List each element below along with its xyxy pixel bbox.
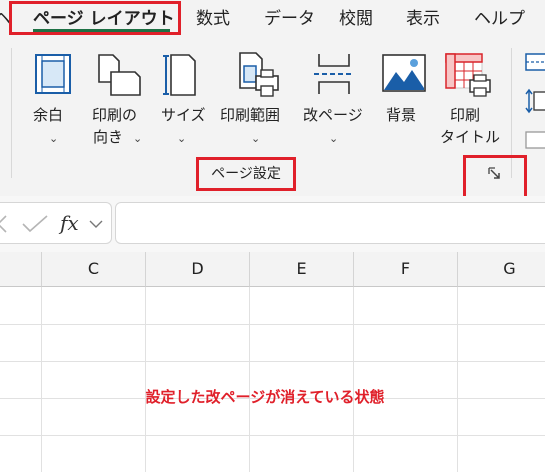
chevron-down-icon: ⌄ <box>133 132 143 145</box>
page-setup-group-label: ページ設定 <box>196 157 296 191</box>
tab-formulas[interactable]: 数式 <box>196 0 230 38</box>
breaks-button[interactable]: 改ページ ⌄ <box>301 48 367 148</box>
formula-bar-buttons: fx <box>0 202 112 244</box>
background-button[interactable]: 背景 <box>378 48 430 148</box>
orientation-label-line2: 向き <box>93 128 124 146</box>
column-header-c[interactable]: C <box>42 252 146 287</box>
orientation-icon <box>98 54 141 96</box>
column-header-g[interactable]: G <box>458 252 545 287</box>
chevron-down-icon: ⌄ <box>329 132 339 145</box>
grid-line <box>0 324 545 325</box>
tab-view[interactable]: 表示 <box>406 0 440 38</box>
ribbon-separator <box>11 48 12 178</box>
grid-line <box>41 287 42 472</box>
tab-review[interactable]: 校閲 <box>339 0 373 38</box>
chevron-down-icon[interactable] <box>89 220 103 229</box>
margins-label: 余白 <box>33 106 64 124</box>
size-label: サイズ <box>161 106 206 124</box>
margins-button[interactable]: 余白 ⌄ <box>30 48 78 148</box>
ribbon-tab-bar: ヘ ページ レイアウト 数式 データ 校閲 表示 ヘルプ <box>0 0 545 38</box>
orientation-label-line1: 印刷の <box>92 106 138 124</box>
orientation-button[interactable]: 印刷の 向き ⌄ <box>90 48 150 148</box>
chevron-down-icon: ⌄ <box>251 132 261 145</box>
grid-line <box>249 287 250 472</box>
formula-input[interactable] <box>115 202 545 244</box>
worksheet-grid[interactable] <box>0 287 545 472</box>
grid-line <box>145 287 146 472</box>
background-image-icon <box>382 54 426 92</box>
column-header-f[interactable]: F <box>354 252 458 287</box>
chevron-down-icon: ⌄ <box>177 132 187 145</box>
column-header-d[interactable]: D <box>146 252 250 287</box>
print-titles-button[interactable]: 印刷 タイトル <box>436 48 502 158</box>
tab-data[interactable]: データ <box>264 0 315 38</box>
excel-window: ヘ ページ レイアウト 数式 データ 校閲 表示 ヘルプ 余白 ⌄ 印刷の 向き… <box>0 0 545 472</box>
margins-icon <box>35 54 71 94</box>
print-area-button[interactable]: 印刷範囲 ⌄ <box>218 48 296 148</box>
print-titles-label-line1: 印刷 <box>450 106 481 124</box>
cancel-entry-icon[interactable] <box>0 215 8 233</box>
page-setup-dialog-launcher-icon[interactable] <box>488 167 502 181</box>
print-titles-icon <box>445 53 491 97</box>
scale-to-fit-icons-partial[interactable] <box>524 50 545 160</box>
grid-line <box>353 287 354 472</box>
grid-line <box>0 435 545 436</box>
size-button[interactable]: サイズ ⌄ <box>157 48 207 148</box>
breaks-label: 改ページ <box>303 106 363 124</box>
insert-function-button[interactable]: fx <box>60 211 79 235</box>
column-header-partial[interactable] <box>0 252 42 287</box>
page-break-icon <box>314 54 354 94</box>
print-area-label: 印刷範囲 <box>220 106 281 124</box>
confirm-entry-icon[interactable] <box>22 215 48 233</box>
tab-highlight-box <box>9 1 181 35</box>
print-titles-label-line2: タイトル <box>440 128 501 146</box>
size-icon <box>163 54 196 96</box>
chevron-down-icon: ⌄ <box>49 132 59 145</box>
annotation-text: 設定した改ページが消えている状態 <box>145 388 385 406</box>
grid-line <box>457 287 458 472</box>
column-header-e[interactable]: E <box>250 252 354 287</box>
background-label: 背景 <box>386 106 417 124</box>
grid-line <box>0 361 545 362</box>
print-area-icon <box>239 52 279 97</box>
tab-help[interactable]: ヘルプ <box>474 0 525 38</box>
